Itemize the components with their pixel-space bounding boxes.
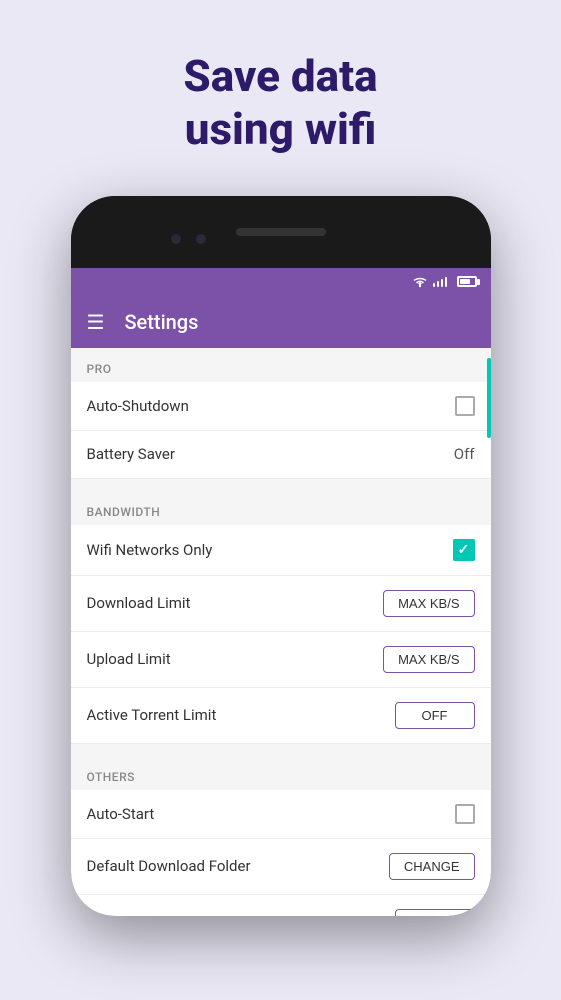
settings-item-auto-start: Auto-Start bbox=[71, 790, 491, 839]
download-folder-label: Default Download Folder bbox=[87, 857, 251, 875]
battery-icon bbox=[457, 276, 477, 287]
settings-item-upload-limit: Upload Limit MAX KB/S bbox=[71, 632, 491, 688]
camera-right-icon bbox=[196, 234, 206, 244]
torrent-limit-label: Active Torrent Limit bbox=[87, 706, 217, 724]
settings-item-auto-shutdown: Auto-Shutdown bbox=[71, 382, 491, 431]
section-header-others: OTHERS bbox=[71, 756, 491, 790]
incoming-port-label: Incoming Port bbox=[87, 913, 181, 916]
settings-item-download-folder: Default Download Folder CHANGE bbox=[71, 839, 491, 895]
wifi-icon bbox=[412, 276, 428, 288]
phone-bezel bbox=[71, 196, 491, 268]
phone-mockup: ☰ Settings PRO Auto-Shutdown Battery Sav… bbox=[71, 196, 491, 916]
auto-start-label: Auto-Start bbox=[87, 805, 155, 823]
app-bar-title: Settings bbox=[124, 310, 198, 334]
phone-speaker bbox=[236, 228, 326, 236]
signal-icon bbox=[433, 277, 447, 287]
download-limit-label: Download Limit bbox=[87, 594, 191, 612]
hamburger-icon[interactable]: ☰ bbox=[87, 310, 105, 334]
incoming-port-button[interactable]: 0 bbox=[395, 909, 475, 916]
hero-line2: using wifi bbox=[185, 103, 377, 155]
battery-saver-value: Off bbox=[454, 445, 475, 463]
auto-shutdown-label: Auto-Shutdown bbox=[87, 397, 189, 415]
download-limit-button[interactable]: MAX KB/S bbox=[383, 590, 474, 617]
settings-item-torrent-limit: Active Torrent Limit OFF bbox=[71, 688, 491, 744]
settings-item-incoming-port: Incoming Port 0 bbox=[71, 895, 491, 916]
auto-start-checkbox[interactable] bbox=[455, 804, 475, 824]
hero-line1: Save data bbox=[183, 50, 377, 102]
section-header-bandwidth: BANDWIDTH bbox=[71, 491, 491, 525]
phone-frame: ☰ Settings PRO Auto-Shutdown Battery Sav… bbox=[71, 196, 491, 916]
download-folder-button[interactable]: CHANGE bbox=[389, 853, 475, 880]
upload-limit-button[interactable]: MAX KB/S bbox=[383, 646, 474, 673]
settings-item-download-limit: Download Limit MAX KB/S bbox=[71, 576, 491, 632]
camera-left-icon bbox=[171, 234, 181, 244]
section-header-pro: PRO bbox=[71, 348, 491, 382]
battery-saver-label: Battery Saver bbox=[87, 445, 175, 463]
settings-item-battery-saver: Battery Saver Off bbox=[71, 431, 491, 479]
auto-shutdown-checkbox[interactable] bbox=[455, 396, 475, 416]
upload-limit-label: Upload Limit bbox=[87, 650, 171, 668]
settings-content[interactable]: PRO Auto-Shutdown Battery Saver Off BAND… bbox=[71, 348, 491, 916]
app-bar: ☰ Settings bbox=[71, 296, 491, 348]
torrent-limit-button[interactable]: OFF bbox=[395, 702, 475, 729]
hero-section: Save data using wifi bbox=[183, 0, 377, 196]
wifi-networks-checkbox[interactable]: ✓ bbox=[453, 539, 475, 561]
wifi-networks-label: Wifi Networks Only bbox=[87, 541, 213, 559]
scrollbar-thumb[interactable] bbox=[487, 358, 491, 438]
settings-item-wifi-networks: Wifi Networks Only ✓ bbox=[71, 525, 491, 576]
status-bar bbox=[71, 268, 491, 296]
